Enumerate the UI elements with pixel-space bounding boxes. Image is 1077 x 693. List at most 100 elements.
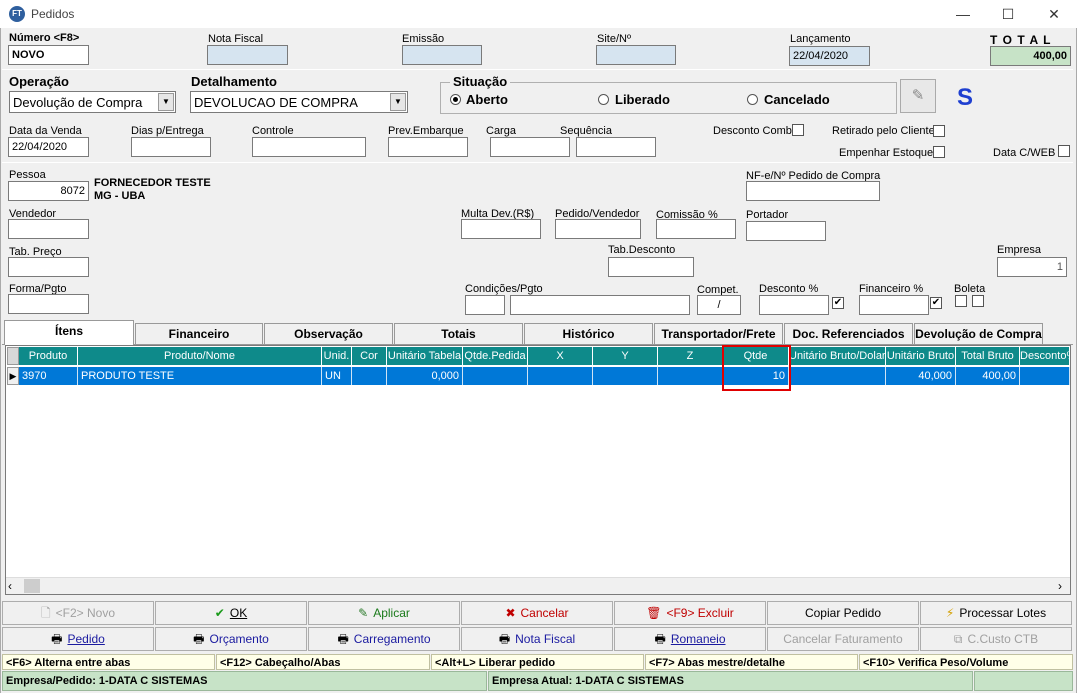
financeiro-pct-field[interactable] [859, 295, 929, 315]
cell-desconto[interactable] [1020, 367, 1070, 385]
detalhamento-select[interactable]: DEVOLUCAO DE COMPRA ▼ [190, 91, 408, 113]
tab-doc-referenciados[interactable]: Doc. Referenciados [784, 323, 913, 344]
pessoa-code-field[interactable]: 8072 [8, 181, 89, 201]
cancelar-button[interactable]: ✖ Cancelar [461, 601, 613, 625]
comissao-field[interactable] [656, 219, 736, 239]
lancamento-field[interactable]: 22/04/2020 [789, 46, 870, 66]
column-header[interactable]: Produto [19, 347, 78, 365]
tab-historico[interactable]: Histórico [524, 323, 653, 344]
column-header[interactable]: Unitário Bruto [886, 347, 956, 365]
aplicar-button[interactable]: ✎ Aplicar [308, 601, 460, 625]
tab-devolucao-compra[interactable]: Devolução de Compra [914, 323, 1043, 344]
tab-itens[interactable]: Ítens [4, 320, 134, 345]
tab-preco-field[interactable] [8, 257, 89, 277]
site-field[interactable] [596, 45, 676, 65]
emissao-field[interactable] [402, 45, 482, 65]
cell-unit-tabela[interactable]: 0,000 [387, 367, 463, 385]
condicoes-field[interactable] [510, 295, 690, 315]
controle-field[interactable] [252, 137, 366, 157]
scroll-right-icon[interactable]: › [1058, 579, 1062, 593]
column-header[interactable]: Y [593, 347, 658, 365]
empresa-field[interactable]: 1 [997, 257, 1067, 277]
pedido-vendedor-field[interactable] [555, 219, 641, 239]
boleta-checkbox-1[interactable] [955, 295, 967, 307]
nota-fiscal-print-button[interactable]: 🖶 Nota Fiscal [461, 627, 613, 651]
aberto-radio[interactable] [450, 94, 461, 105]
copiar-pedido-button[interactable]: Copiar Pedido [767, 601, 919, 625]
tab-financeiro[interactable]: Financeiro [135, 323, 263, 344]
aberto-label[interactable]: Aberto [466, 92, 508, 107]
portador-field[interactable] [746, 221, 826, 241]
compet-field[interactable]: / [697, 295, 741, 315]
empenhar-checkbox[interactable] [933, 146, 945, 158]
column-header[interactable]: X [528, 347, 593, 365]
nota-fiscal-field[interactable] [207, 45, 288, 65]
cell-unit-dolar[interactable] [789, 367, 886, 385]
pedido-print-button[interactable]: 🖶 Pedido [2, 627, 154, 651]
scroll-left-icon[interactable]: ‹ [8, 579, 12, 593]
column-header[interactable]: Unitário Bruto/Dolar [789, 347, 886, 365]
cell-z[interactable] [658, 367, 723, 385]
column-header[interactable]: Qtde.Pedida [463, 347, 528, 365]
tab-desconto-field[interactable] [608, 257, 694, 277]
column-header[interactable]: Unitário Tabela [387, 347, 463, 365]
operacao-select[interactable]: Devolução de Compra ▼ [9, 91, 176, 113]
cell-nome[interactable]: PRODUTO TESTE [78, 367, 322, 385]
column-header[interactable]: Produto/Nome [78, 347, 322, 365]
nfe-field[interactable] [746, 181, 880, 201]
data-cweb-checkbox[interactable] [1058, 145, 1070, 157]
sequencia-field[interactable] [576, 137, 656, 157]
liberado-radio[interactable] [598, 94, 609, 105]
data-venda-field[interactable]: 22/04/2020 [8, 137, 89, 157]
novo-button[interactable]: 🗋 <F2> Novo [2, 601, 154, 625]
close-button[interactable]: ✕ [1031, 0, 1077, 28]
cell-produto[interactable]: 3970 [19, 367, 78, 385]
numero-field[interactable]: NOVO [8, 45, 89, 65]
column-header[interactable]: Cor [352, 347, 387, 365]
cell-y[interactable] [593, 367, 658, 385]
cell-x[interactable] [528, 367, 593, 385]
horizontal-scrollbar[interactable]: ‹ › [6, 577, 1070, 594]
multa-field[interactable] [461, 219, 541, 239]
forma-pgto-field[interactable] [8, 294, 89, 314]
chevron-down-icon[interactable]: ▼ [390, 93, 406, 111]
vendedor-field[interactable] [8, 219, 89, 239]
edit-icon[interactable]: ✎ [900, 79, 936, 113]
desconto-comb-checkbox[interactable] [792, 124, 804, 136]
romaneio-print-button[interactable]: 🖶 Romaneio [614, 627, 766, 651]
chevron-down-icon[interactable]: ▼ [158, 93, 174, 111]
tab-transportador[interactable]: Transportador/Frete [654, 323, 783, 344]
desconto-pct-checkbox[interactable]: ✔ [832, 297, 844, 309]
dias-entrega-field[interactable] [131, 137, 211, 157]
column-header[interactable]: Unid. [322, 347, 352, 365]
column-header[interactable]: Z [658, 347, 723, 365]
carregamento-print-button[interactable]: 🖶 Carregamento [308, 627, 460, 651]
cell-unit-bruto[interactable]: 40,000 [886, 367, 956, 385]
tab-observacao[interactable]: Observação [264, 323, 393, 344]
condicoes-code-field[interactable] [465, 295, 505, 315]
financeiro-pct-checkbox[interactable]: ✔ [930, 297, 942, 309]
liberado-label[interactable]: Liberado [615, 92, 670, 107]
excluir-button[interactable]: 🗑 <F9> Excluir [614, 601, 766, 625]
cancelar-faturamento-button[interactable]: Cancelar Faturamento [767, 627, 919, 651]
column-header[interactable]: Total Bruto [956, 347, 1020, 365]
prev-embarque-field[interactable] [388, 137, 468, 157]
column-header[interactable]: Desconto% [1020, 347, 1070, 365]
ok-button[interactable]: ✔ OK [155, 601, 307, 625]
tab-totais[interactable]: Totais [394, 323, 523, 344]
boleta-checkbox-2[interactable] [972, 295, 984, 307]
processar-lotes-button[interactable]: ⚡ Processar Lotes [920, 601, 1072, 625]
cell-qtde-pedida[interactable] [463, 367, 528, 385]
custo-ctb-button[interactable]: ⧉ C.Custo CTB [920, 627, 1072, 651]
orcamento-print-button[interactable]: 🖶 Orçamento [155, 627, 307, 651]
retirado-checkbox[interactable] [933, 125, 945, 137]
carga-field[interactable] [490, 137, 570, 157]
cell-cor[interactable] [352, 367, 387, 385]
cancelado-label[interactable]: Cancelado [764, 92, 830, 107]
cell-unid[interactable]: UN [322, 367, 352, 385]
maximize-button[interactable]: ☐ [985, 0, 1031, 28]
scroll-thumb[interactable] [24, 579, 40, 593]
minimize-button[interactable]: — [940, 0, 986, 28]
cell-total-bruto[interactable]: 400,00 [956, 367, 1020, 385]
desconto-pct-field[interactable] [759, 295, 829, 315]
